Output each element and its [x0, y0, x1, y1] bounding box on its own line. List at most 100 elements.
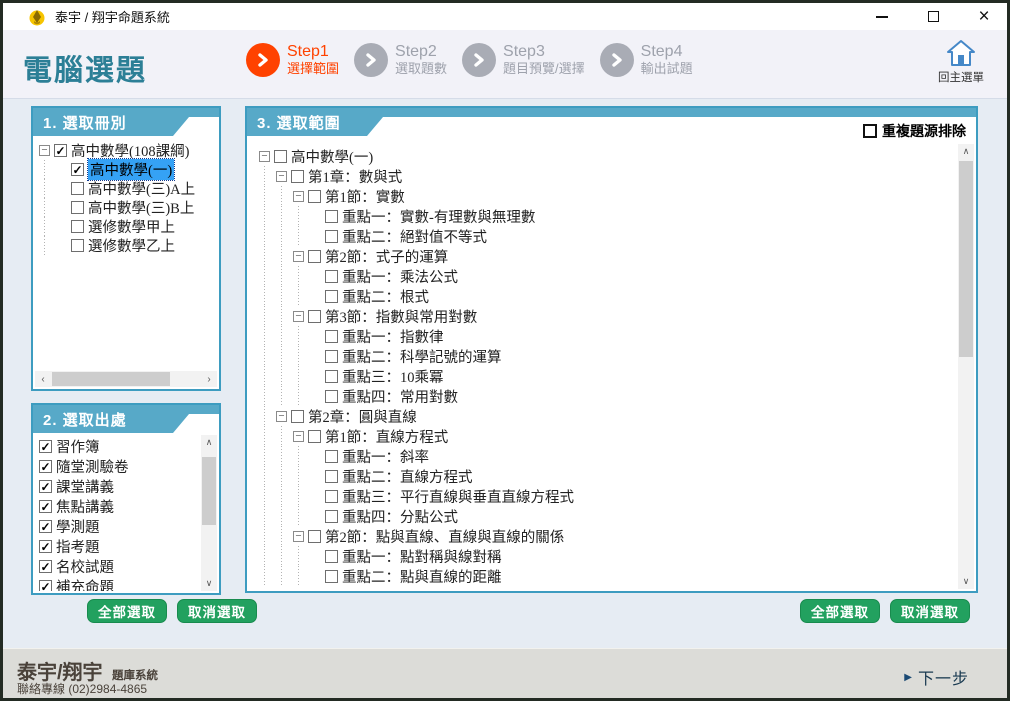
- tree-node-label[interactable]: 第1節：直線方程式: [325, 426, 448, 447]
- tree-node[interactable]: 重點一：指數律: [259, 326, 956, 346]
- select-all-button[interactable]: 全部選取: [800, 599, 880, 623]
- expander-minus-icon[interactable]: −: [293, 251, 304, 262]
- node-checkbox[interactable]: [325, 470, 338, 483]
- close-button[interactable]: ×: [973, 6, 995, 28]
- tree-node[interactable]: − 第2節：式子的運算: [259, 246, 956, 266]
- tree-node-label[interactable]: 重點一：指數律: [342, 326, 444, 347]
- tree-node-label[interactable]: 重點二：絕對值不等式: [342, 226, 487, 247]
- node-checkbox[interactable]: [325, 510, 338, 523]
- item-label[interactable]: 學測題: [56, 516, 100, 537]
- node-checkbox[interactable]: ✓: [71, 163, 84, 176]
- scroll-up-icon[interactable]: ∧: [958, 144, 974, 159]
- list-item[interactable]: ✓ 補充命題: [39, 576, 199, 591]
- node-checkbox[interactable]: [325, 230, 338, 243]
- tree-node-label[interactable]: 重點四：分點公式: [342, 506, 458, 527]
- node-checkbox[interactable]: [308, 430, 321, 443]
- tree-node-label[interactable]: 高中數學(一): [88, 159, 174, 180]
- tree-node-label[interactable]: 高中數學(108課綱): [71, 141, 189, 161]
- tree-node[interactable]: 重點二：絕對值不等式: [259, 226, 956, 246]
- node-checkbox[interactable]: [325, 330, 338, 343]
- node-checkbox[interactable]: [325, 570, 338, 583]
- tree-node-label[interactable]: 第1章：數與式: [308, 166, 402, 187]
- node-checkbox[interactable]: [325, 270, 338, 283]
- tree-node[interactable]: − 第2章：圓與直線: [259, 406, 956, 426]
- scrollbar-thumb[interactable]: [52, 372, 170, 386]
- maximize-button[interactable]: [922, 6, 944, 28]
- tree-node[interactable]: 重點三：10乘冪: [259, 366, 956, 386]
- node-checkbox[interactable]: [274, 150, 287, 163]
- tree-node[interactable]: −高中數學(一): [259, 146, 956, 166]
- item-label[interactable]: 焦點講義: [56, 496, 114, 517]
- tree-node-label[interactable]: 高中數學(一): [291, 146, 373, 167]
- item-checkbox[interactable]: ✓: [39, 440, 52, 453]
- node-checkbox[interactable]: [308, 190, 321, 203]
- node-checkbox[interactable]: [325, 370, 338, 383]
- tree-node-label[interactable]: 高中數學(三)A上: [88, 178, 195, 199]
- scroll-right-icon[interactable]: ›: [201, 371, 217, 387]
- list-item[interactable]: ✓隨堂測驗卷: [39, 456, 199, 476]
- tree-node-label[interactable]: 選修數學甲上: [88, 216, 175, 237]
- deselect-button[interactable]: 取消選取: [890, 599, 970, 623]
- node-checkbox[interactable]: [308, 250, 321, 263]
- node-checkbox[interactable]: ✓: [54, 144, 67, 157]
- expander-minus-icon[interactable]: −: [276, 171, 287, 182]
- vertical-scrollbar[interactable]: ∧ ∨: [958, 144, 974, 589]
- tree-node-label[interactable]: 重點二：科學記號的運算: [342, 346, 502, 367]
- node-checkbox[interactable]: [71, 182, 84, 195]
- expander-minus-icon[interactable]: −: [293, 431, 304, 442]
- expander-minus-icon[interactable]: −: [293, 311, 304, 322]
- tree-node[interactable]: 重點三：平行直線與垂直直線方程式: [259, 486, 956, 506]
- tree-node[interactable]: 選修數學甲上: [39, 217, 215, 236]
- tree-node[interactable]: 重點二：科學記號的運算: [259, 346, 956, 366]
- item-label[interactable]: 補充命題: [56, 576, 114, 592]
- item-checkbox[interactable]: ✓: [39, 500, 52, 513]
- tree-node[interactable]: −第2節：點與直線、直線與直線的關係: [259, 526, 956, 546]
- tree-node-label[interactable]: 重點一：實數-有理數與無理數: [342, 206, 535, 227]
- node-checkbox[interactable]: [291, 410, 304, 423]
- list-item[interactable]: ✓名校試題: [39, 556, 199, 576]
- item-label[interactable]: 隨堂測驗卷: [56, 456, 129, 477]
- next-step-button[interactable]: ▶ 下一步: [904, 665, 969, 689]
- tree-node-label[interactable]: 重點一：點對稱與線對稱: [342, 546, 502, 567]
- expander-minus-icon[interactable]: −: [293, 191, 304, 202]
- node-checkbox[interactable]: [71, 239, 84, 252]
- expander-minus-icon[interactable]: −: [39, 145, 50, 156]
- tree-node[interactable]: 重點二：根式: [259, 286, 956, 306]
- tree-node-label[interactable]: 重點三：10乘冪: [342, 366, 444, 387]
- tree-node-label[interactable]: 高中數學(三)B上: [88, 197, 194, 218]
- node-checkbox[interactable]: [325, 390, 338, 403]
- item-label[interactable]: 名校試題: [56, 556, 114, 577]
- select-all-button[interactable]: 全部選取: [87, 599, 167, 623]
- horizontal-scrollbar[interactable]: ‹ ›: [35, 371, 217, 387]
- vertical-scrollbar[interactable]: ∧ ∨: [201, 435, 217, 591]
- tree-node[interactable]: 重點一：斜率: [259, 446, 956, 466]
- item-checkbox[interactable]: ✓: [39, 580, 52, 592]
- tree-node[interactable]: 高中數學(三)B上: [39, 198, 215, 217]
- tree-node[interactable]: 高中數學(三)A上: [39, 179, 215, 198]
- item-label[interactable]: 指考題: [56, 536, 100, 557]
- tree-node[interactable]: 重點二：直線方程式: [259, 466, 956, 486]
- expander-minus-icon[interactable]: −: [276, 411, 287, 422]
- scroll-left-icon[interactable]: ‹: [35, 371, 51, 387]
- tree-node-label[interactable]: 第2章：圓與直線: [308, 406, 417, 427]
- node-checkbox[interactable]: [325, 210, 338, 223]
- node-checkbox[interactable]: [291, 170, 304, 183]
- tree-node-label[interactable]: 重點一：乘法公式: [342, 266, 458, 287]
- tree-node[interactable]: 重點一：實數-有理數與無理數: [259, 206, 956, 226]
- tree-node-label[interactable]: 重點二：根式: [342, 286, 429, 307]
- tree-node-label[interactable]: 重點三：平行直線與垂直直線方程式: [342, 486, 574, 507]
- scroll-up-icon[interactable]: ∧: [201, 435, 217, 450]
- node-checkbox[interactable]: [325, 490, 338, 503]
- item-label[interactable]: 習作簿: [56, 436, 100, 457]
- minimize-button[interactable]: [871, 6, 893, 28]
- list-item[interactable]: ✓ 習作簿: [39, 436, 199, 456]
- tree-node-label[interactable]: 重點二：點與直線的距離: [342, 566, 502, 587]
- item-checkbox[interactable]: ✓: [39, 480, 52, 493]
- tree-node[interactable]: −第3節：指數與常用對數: [259, 306, 956, 326]
- tree-node-label[interactable]: 第2節：式子的運算: [325, 246, 448, 267]
- tree-node-label[interactable]: 重點一：斜率: [342, 446, 429, 467]
- item-checkbox[interactable]: ✓: [39, 540, 52, 553]
- tree-node-label[interactable]: 第2節：點與直線、直線與直線的關係: [325, 526, 564, 547]
- tree-node[interactable]: 重點四：常用對數: [259, 386, 956, 406]
- tree-node[interactable]: − 第1章：數與式: [259, 166, 956, 186]
